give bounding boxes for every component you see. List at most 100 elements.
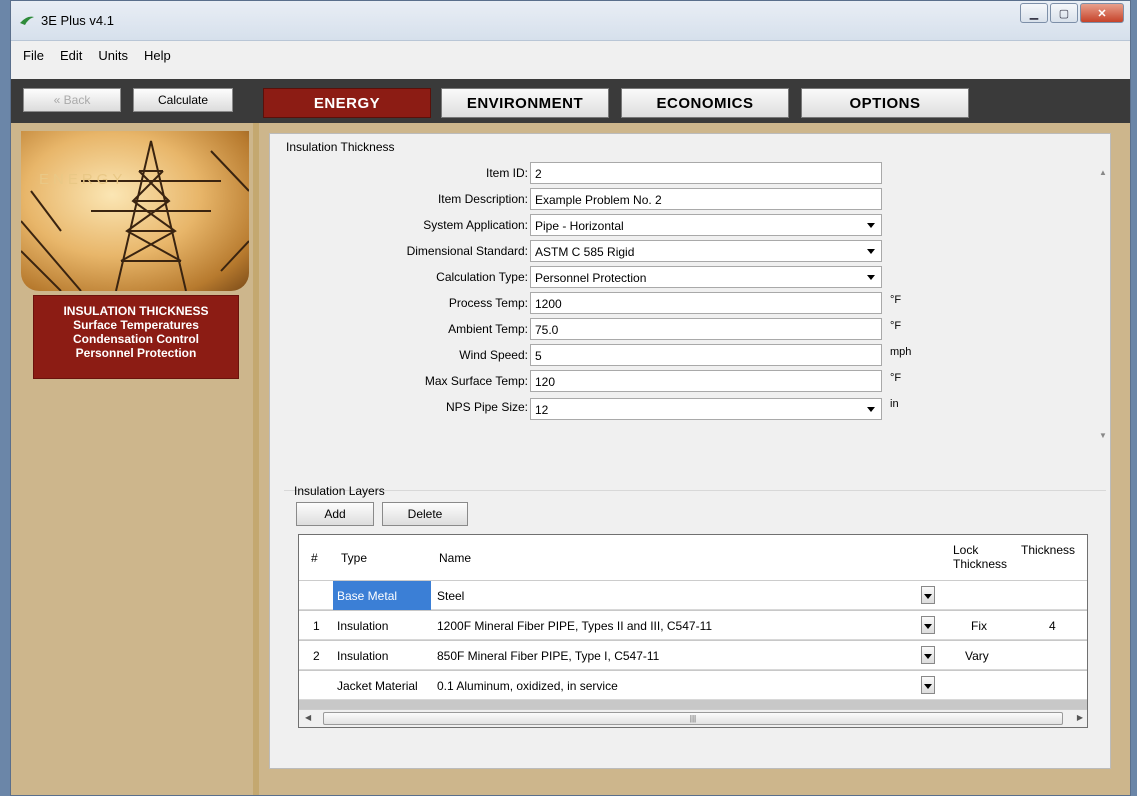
nps-pipe-size-label: NPS Pipe Size: [445, 400, 528, 414]
max-surface-temp-unit: °F [890, 372, 902, 384]
row-num-cell: 2 [313, 649, 320, 663]
layers-title: Insulation Layers [294, 484, 385, 498]
dimensional-standard-select[interactable]: ASTM C 585 Rigid [530, 240, 882, 262]
system-application-select[interactable]: Pipe - Horizontal [530, 214, 882, 236]
chevron-down-icon [867, 407, 875, 412]
row-type-cell[interactable]: Base Metal [333, 581, 431, 610]
dimensional-standard-label: Dimensional Standard: [406, 244, 528, 258]
nps-pipe-size-unit: in [890, 398, 899, 410]
col-name: Name [439, 551, 472, 565]
row-name-cell[interactable]: Steel [437, 589, 464, 603]
energy-nav-menu: INSULATION THICKNESS Surface Temperature… [33, 295, 239, 379]
ambient-temp-unit: °F [890, 320, 902, 332]
menu-bar: File Edit Units Help [11, 41, 1130, 69]
row-num-cell: 1 [313, 619, 320, 633]
item-id-label: Item ID: [485, 166, 528, 180]
wind-speed-unit: mph [890, 346, 912, 358]
table-row[interactable]: Base Metal Steel [299, 581, 1087, 610]
menu-edit[interactable]: Edit [60, 48, 82, 63]
row-type-cell[interactable]: Insulation [337, 619, 388, 633]
item-description-field[interactable]: Example Problem No. 2 [530, 188, 882, 210]
table-header: # Type Name Lock Thickness Thickness [299, 535, 1087, 581]
row-type-cell[interactable]: Jacket Material [337, 679, 418, 693]
calculate-button[interactable]: Calculate [133, 88, 233, 112]
calculation-type-label: Calculation Type: [436, 270, 528, 284]
insulation-thickness-panel: Insulation Thickness Item ID: 2 Item Des… [269, 133, 1111, 769]
menu-file[interactable]: File [23, 48, 44, 63]
system-application-label: System Application: [423, 218, 528, 232]
row-name-cell[interactable]: 1200F Mineral Fiber PIPE, Types II and I… [437, 619, 712, 633]
energy-image-label: ENERGY [39, 171, 127, 188]
title-bar: 3E Plus v4.1 ▁ ▢ ✕ [11, 1, 1130, 41]
tab-economics[interactable]: ECONOMICS [621, 88, 789, 118]
process-temp-field[interactable]: 1200 [530, 292, 882, 314]
table-row[interactable]: 2 Insulation 850F Mineral Fiber PIPE, Ty… [299, 641, 1087, 670]
name-dropdown-button[interactable] [921, 646, 935, 664]
table-row[interactable]: 1 Insulation 1200F Mineral Fiber PIPE, T… [299, 611, 1087, 640]
menu-units[interactable]: Units [98, 48, 128, 63]
row-lock-cell[interactable]: Vary [965, 649, 989, 663]
nav-condensation-control[interactable]: Condensation Control [34, 332, 238, 346]
back-button[interactable]: « Back [23, 88, 121, 112]
power-tower-icon [21, 140, 249, 291]
close-button[interactable]: ✕ [1080, 3, 1124, 23]
nps-pipe-size-value: 12 [535, 403, 549, 417]
row-name-cell[interactable]: 0.1 Aluminum, oxidized, in service [437, 679, 618, 693]
system-application-value: Pipe - Horizontal [535, 219, 624, 233]
process-temp-unit: °F [890, 294, 902, 306]
nps-pipe-size-select[interactable]: 12 [530, 398, 882, 420]
energy-tower-image: ENERGY [21, 131, 249, 291]
col-thickness: Thickness [1021, 543, 1076, 557]
window-title: 3E Plus v4.1 [41, 13, 114, 28]
sidebar: ENERGY INSULATION THICKNESS Surface Temp… [11, 123, 259, 795]
form-vertical-scrollbar[interactable]: ▲ ▼ [1095, 146, 1109, 446]
table-row[interactable]: Jacket Material 0.1 Aluminum, oxidized, … [299, 671, 1087, 700]
wind-speed-label: Wind Speed: [459, 348, 528, 362]
main-content: Insulation Thickness Item ID: 2 Item Des… [259, 123, 1130, 795]
scroll-up-icon[interactable]: ▲ [1099, 168, 1107, 177]
name-dropdown-button[interactable] [921, 586, 935, 604]
max-surface-temp-field[interactable]: 120 [530, 370, 882, 392]
col-num: # [311, 551, 318, 565]
tab-energy[interactable]: ENERGY [263, 88, 431, 118]
maximize-button[interactable]: ▢ [1050, 3, 1078, 23]
col-lock-thickness: Lock Thickness [953, 543, 1008, 571]
tab-environment[interactable]: ENVIRONMENT [441, 88, 609, 118]
row-type-cell[interactable]: Insulation [337, 649, 388, 663]
process-temp-label: Process Temp: [448, 296, 528, 310]
wind-speed-field[interactable]: 5 [530, 344, 882, 366]
calculation-type-select[interactable]: Personnel Protection [530, 266, 882, 288]
add-layer-button[interactable]: Add [296, 502, 374, 526]
scroll-left-icon[interactable]: ◀ [305, 713, 311, 722]
row-lock-cell[interactable]: Fix [971, 619, 987, 633]
delete-layer-button[interactable]: Delete [382, 502, 468, 526]
col-type: Type [341, 551, 368, 565]
item-description-label: Item Description: [437, 192, 528, 206]
nav-insulation-thickness[interactable]: INSULATION THICKNESS [34, 304, 238, 318]
scrollbar-thumb[interactable]: ||| [323, 712, 1063, 725]
max-surface-temp-label: Max Surface Temp: [424, 374, 528, 388]
ambient-temp-label: Ambient Temp: [448, 322, 528, 336]
chevron-down-icon [867, 223, 875, 228]
row-thickness-cell[interactable]: 4 [1049, 619, 1056, 633]
menu-help[interactable]: Help [144, 48, 171, 63]
scroll-right-icon[interactable]: ▶ [1077, 713, 1083, 722]
name-dropdown-button[interactable] [921, 676, 935, 694]
scroll-down-icon[interactable]: ▼ [1099, 431, 1107, 440]
section-title: Insulation Thickness [286, 140, 395, 154]
calculation-type-value: Personnel Protection [535, 271, 647, 285]
layers-table: # Type Name Lock Thickness Thickness Bas… [298, 534, 1088, 728]
chevron-down-icon [867, 249, 875, 254]
tab-options[interactable]: OPTIONS [801, 88, 969, 118]
ambient-temp-field[interactable]: 75.0 [530, 318, 882, 340]
name-dropdown-button[interactable] [921, 616, 935, 634]
dimensional-standard-value: ASTM C 585 Rigid [535, 245, 635, 259]
app-logo-icon [20, 16, 34, 25]
row-name-cell[interactable]: 850F Mineral Fiber PIPE, Type I, C547-11 [437, 649, 659, 663]
table-horizontal-scrollbar[interactable]: ◀ ||| ▶ [299, 709, 1087, 727]
nav-personnel-protection[interactable]: Personnel Protection [34, 346, 238, 360]
app-window: 3E Plus v4.1 ▁ ▢ ✕ File Edit Units Help … [10, 0, 1131, 796]
minimize-button[interactable]: ▁ [1020, 3, 1048, 23]
nav-surface-temperatures[interactable]: Surface Temperatures [34, 318, 238, 332]
item-id-field[interactable]: 2 [530, 162, 882, 184]
